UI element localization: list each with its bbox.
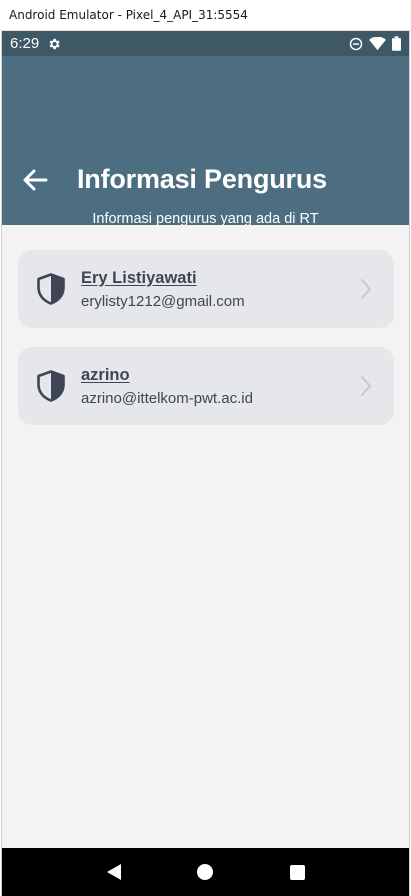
nav-home-button[interactable]: [193, 860, 217, 884]
status-bar: 6:29: [2, 31, 409, 56]
back-button[interactable]: [18, 165, 52, 195]
shield-icon: [37, 370, 65, 402]
pengurus-name[interactable]: azrino: [81, 366, 253, 385]
pengurus-list: Ery Listiyawati erylisty1212@gmail.com a…: [18, 250, 394, 444]
do-not-disturb-icon: [349, 37, 363, 50]
app-header: Informasi Pengurus Informasi pengurus ya…: [2, 56, 409, 227]
home-circle-icon: [197, 864, 214, 880]
shield-icon: [37, 273, 65, 305]
pengurus-card[interactable]: Ery Listiyawati erylisty1212@gmail.com: [18, 250, 394, 328]
page-title: Informasi Pengurus: [77, 164, 327, 194]
chevron-right-icon: [361, 279, 371, 299]
system-navigation-bar: [2, 848, 409, 896]
page-subtitle: Informasi pengurus yang ada di RT: [92, 211, 319, 227]
status-icons: [349, 36, 401, 51]
emulator-window-title: Android Emulator - Pixel_4_API_31:5554: [0, 0, 411, 31]
recents-square-icon: [289, 864, 305, 880]
wifi-icon: [369, 36, 386, 50]
pengurus-card[interactable]: azrino azrino@ittelkom-pwt.ac.id: [18, 347, 394, 425]
gear-icon: [49, 38, 60, 49]
back-triangle-icon: [106, 864, 121, 880]
chevron-right-icon: [361, 376, 371, 396]
battery-icon: [392, 36, 401, 51]
nav-recents-button[interactable]: [285, 860, 309, 884]
device-screen: 6:29 Informasi Pengurus Informasi pengur…: [1, 31, 410, 896]
pengurus-email: azrino@ittelkom-pwt.ac.id: [81, 389, 253, 407]
pengurus-email: erylisty1212@gmail.com: [81, 292, 245, 310]
status-time: 6:29: [10, 35, 40, 52]
nav-back-button[interactable]: [102, 860, 126, 884]
pengurus-name[interactable]: Ery Listiyawati: [81, 269, 245, 288]
arrow-left-icon: [23, 169, 48, 191]
